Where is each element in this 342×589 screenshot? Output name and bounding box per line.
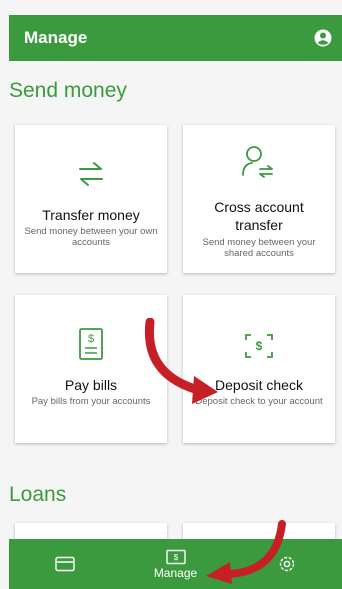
person-transfer-icon [242, 146, 273, 178]
svg-text:$: $ [88, 333, 94, 345]
transfer-money-subtitle: Send money between your own accounts [24, 226, 158, 248]
svg-text:$: $ [173, 553, 178, 562]
manage-icon: $ [165, 549, 186, 564]
transfer-money-title: Transfer money [42, 207, 140, 223]
pay-bills-subtitle: Pay bills from your accounts [31, 396, 151, 407]
top-app-bar: Manage [9, 15, 342, 61]
bill-icon: $ [79, 328, 103, 360]
section-title-loans: Loans [9, 483, 67, 506]
deposit-check-subtitle: Deposit check to your account [195, 396, 323, 407]
cross-account-title-line2: transfer [235, 217, 283, 233]
svg-text:$: $ [256, 339, 263, 353]
cross-account-subtitle: Send money between your shared accounts [202, 237, 316, 259]
card-icon [54, 556, 75, 572]
account-circle-icon[interactable] [314, 29, 332, 47]
nav-settings[interactable] [237, 554, 337, 574]
nav-accounts[interactable] [15, 556, 115, 572]
transfer-money-card[interactable]: Transfer money Send money between your o… [15, 125, 167, 273]
pay-bills-card[interactable]: $ Pay bills Pay bills from your accounts [15, 295, 167, 443]
deposit-check-card[interactable]: $ Deposit check Deposit check to your ac… [183, 295, 335, 443]
deposit-check-title: Deposit check [215, 377, 303, 393]
nav-manage[interactable]: $ Manage [126, 549, 226, 580]
check-scan-icon: $ [245, 334, 273, 358]
cross-account-transfer-card[interactable]: Cross account transfer Send money betwee… [183, 125, 335, 273]
settings-icon [279, 556, 294, 572]
nav-manage-label: Manage [153, 565, 198, 580]
pay-bills-title: Pay bills [64, 377, 118, 393]
transfer-arrows-icon [79, 162, 103, 186]
page-title: Manage [24, 28, 88, 47]
cross-account-title-line1: Cross account [214, 199, 304, 215]
bottom-navigation: $ Manage [9, 539, 342, 589]
section-title-send-money: Send money [9, 79, 127, 102]
